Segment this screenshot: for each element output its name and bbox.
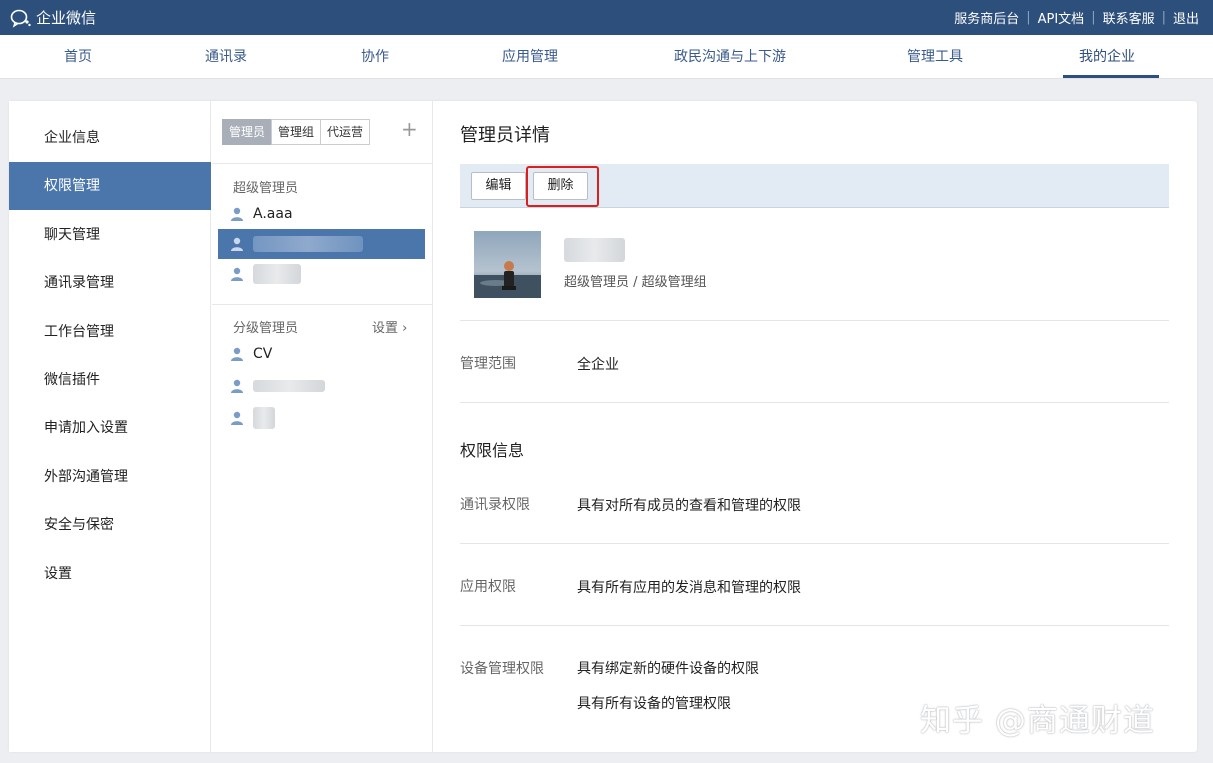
- nav-app-management[interactable]: 应用管理: [502, 35, 558, 79]
- nav-my-company[interactable]: 我的企业: [1079, 35, 1135, 79]
- wecom-logo-icon: [10, 9, 31, 28]
- avatar-photo-icon: [474, 231, 541, 298]
- device-permission-value-2: 具有所有设备的管理权限: [577, 696, 731, 712]
- tab-admins[interactable]: 管理员: [222, 119, 273, 145]
- person-icon: [231, 379, 243, 393]
- person-icon: [231, 267, 243, 281]
- top-bar: 企业微信 服务商后台 | API文档 | 联系客服 | 退出: [0, 0, 1213, 35]
- sidebar-item-contacts-management[interactable]: 通讯录管理: [9, 259, 211, 307]
- delete-button[interactable]: 删除: [533, 172, 588, 200]
- device-permission-label: 设备管理权限: [460, 661, 544, 677]
- sidebar-item-company-info[interactable]: 企业信息: [9, 114, 211, 162]
- scope-value: 全企业: [577, 357, 619, 373]
- main-nav: 首页 通讯录 协作 应用管理 政民沟通与上下游 管理工具 我的企业: [0, 35, 1213, 79]
- chevron-right-icon: ›: [402, 321, 408, 336]
- logout-link[interactable]: 退出: [1173, 8, 1199, 27]
- avatar: [474, 231, 541, 298]
- contact-support-link[interactable]: 联系客服: [1103, 8, 1155, 27]
- admin-name-redacted: [253, 236, 363, 252]
- admin-name-redacted: [564, 238, 625, 262]
- admin-name-redacted: [253, 407, 275, 429]
- sidebar-item-workbench-management[interactable]: 工作台管理: [9, 308, 211, 356]
- device-permission-value-1: 具有绑定新的硬件设备的权限: [577, 661, 759, 677]
- admin-name: A.aaa: [253, 206, 293, 222]
- list-item[interactable]: CV: [218, 339, 425, 369]
- list-item[interactable]: A.aaa: [218, 199, 425, 229]
- scope-label: 管理范围: [460, 356, 516, 372]
- tab-admin-groups[interactable]: 管理组: [271, 119, 322, 145]
- content-panel: 企业信息 权限管理 聊天管理 通讯录管理 工作台管理 微信插件 申请加入设置 外…: [9, 101, 1197, 752]
- list-item[interactable]: [218, 259, 425, 289]
- person-icon: [231, 237, 243, 251]
- admin-name: CV: [253, 346, 273, 362]
- sidebar-item-settings[interactable]: 设置: [9, 550, 211, 598]
- list-item[interactable]: [218, 371, 425, 401]
- watermark: 知乎 @商通财道: [920, 703, 1155, 739]
- contacts-permission-label: 通讯录权限: [460, 497, 530, 513]
- page-title: 管理员详情: [460, 125, 550, 146]
- sidebar: 企业信息 权限管理 聊天管理 通讯录管理 工作台管理 微信插件 申请加入设置 外…: [9, 101, 211, 752]
- permissions-section-title: 权限信息: [460, 441, 525, 460]
- sidebar-item-join-settings[interactable]: 申请加入设置: [9, 404, 211, 452]
- nav-management-tools[interactable]: 管理工具: [907, 35, 963, 79]
- logo[interactable]: 企业微信: [10, 7, 96, 28]
- list-item[interactable]: [218, 403, 425, 433]
- admin-name-redacted: [253, 380, 325, 392]
- admin-tabs: 管理员 管理组 代运营: [222, 119, 371, 145]
- sub-admin-label: 分级管理员: [233, 321, 299, 336]
- logo-text: 企业微信: [36, 9, 97, 27]
- nav-active-indicator: [1063, 75, 1159, 78]
- app-permission-label: 应用权限: [460, 579, 516, 595]
- person-icon: [231, 207, 243, 221]
- tab-agency[interactable]: 代运营: [320, 119, 371, 145]
- super-admin-label: 超级管理员: [233, 181, 299, 196]
- sub-admin-settings-link[interactable]: 设置 ›: [372, 317, 407, 336]
- admin-list-column: 管理员 管理组 代运营 + 超级管理员 A.aaa 分级管理员 设置 › CV: [212, 101, 433, 752]
- admin-role: 超级管理员 / 超级管理组: [564, 275, 707, 290]
- provider-backend-link[interactable]: 服务商后台: [954, 8, 1019, 27]
- person-icon: [231, 411, 243, 425]
- nav-contacts[interactable]: 通讯录: [205, 35, 247, 79]
- sidebar-item-chat-management[interactable]: 聊天管理: [9, 211, 211, 259]
- api-docs-link[interactable]: API文档: [1038, 8, 1085, 27]
- nav-home[interactable]: 首页: [64, 35, 92, 79]
- list-item[interactable]: [218, 229, 425, 259]
- person-icon: [231, 347, 243, 361]
- nav-collaboration[interactable]: 协作: [361, 35, 389, 79]
- action-bar: 编辑 删除: [460, 164, 1169, 208]
- edit-button[interactable]: 编辑: [471, 172, 526, 200]
- app-permission-value: 具有所有应用的发消息和管理的权限: [577, 580, 801, 596]
- add-icon[interactable]: +: [401, 117, 418, 141]
- contacts-permission-value: 具有对所有成员的查看和管理的权限: [577, 498, 801, 514]
- sidebar-item-security[interactable]: 安全与保密: [9, 501, 211, 549]
- sidebar-item-wechat-plugin[interactable]: 微信插件: [9, 356, 211, 404]
- sidebar-item-external-communication[interactable]: 外部沟通管理: [9, 453, 211, 501]
- nav-government-communication[interactable]: 政民沟通与上下游: [674, 35, 786, 79]
- admin-detail: 管理员详情 编辑 删除 超级管理员 / 超级管理组 管理范围 全企业 权限信息 …: [460, 101, 1170, 752]
- top-links: 服务商后台 | API文档 | 联系客服 | 退出: [954, 8, 1199, 27]
- admin-name-redacted: [253, 264, 301, 284]
- sidebar-item-permissions[interactable]: 权限管理: [9, 162, 211, 210]
